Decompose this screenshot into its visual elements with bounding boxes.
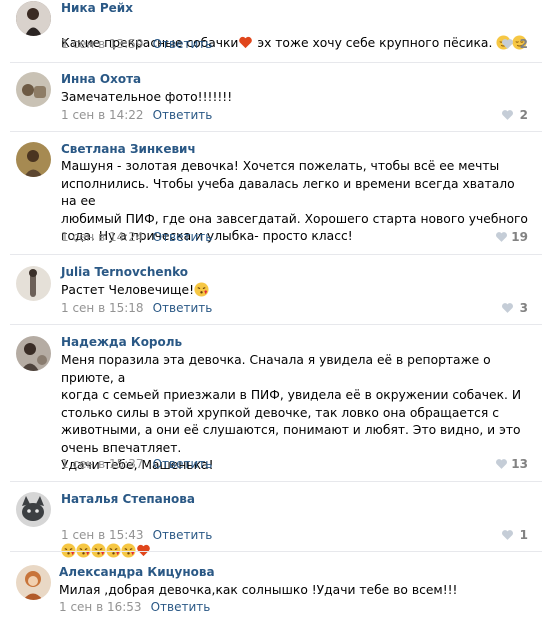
comment-date[interactable]: 1 сен в 15:43 bbox=[61, 528, 144, 542]
comment-text: Растет Человечище! bbox=[61, 282, 531, 300]
comment-text: Замечательное фото!!!!!!! bbox=[61, 90, 233, 104]
comment-date[interactable]: 1 сен в 13:59 bbox=[61, 37, 144, 51]
like-count[interactable]: 13 bbox=[511, 457, 528, 471]
divider bbox=[10, 254, 542, 255]
author-name[interactable]: Julia Ternovchenko bbox=[61, 265, 188, 279]
comment-meta: 1 сен в 14:24 Ответить bbox=[61, 230, 212, 244]
avatar[interactable] bbox=[16, 336, 51, 371]
comment-7: Александра Кицунова Милая ,добрая девочк… bbox=[0, 562, 552, 626]
comment-date[interactable]: 1 сен в 15:37 bbox=[61, 457, 144, 471]
heart-icon[interactable] bbox=[501, 302, 514, 314]
heart-icon[interactable] bbox=[501, 38, 514, 50]
author-name[interactable]: Светлана Зинкевич bbox=[61, 142, 196, 156]
like-count[interactable]: 2 bbox=[520, 37, 528, 51]
divider bbox=[10, 551, 542, 552]
comment-meta: 1 сен в 15:18 Ответить bbox=[61, 301, 212, 315]
comment-2: Инна Охота Замечательное фото!!!!!!! 1 с… bbox=[0, 70, 552, 130]
comment-date[interactable]: 1 сен в 15:18 bbox=[61, 301, 144, 315]
author-name[interactable]: Ника Рейх bbox=[61, 1, 133, 15]
heart-icon[interactable] bbox=[495, 231, 508, 243]
reply-button[interactable]: Ответить bbox=[153, 108, 213, 122]
divider bbox=[10, 131, 542, 132]
comment-text-part: эх тоже хочу себе крупного пёсика. bbox=[253, 35, 497, 50]
comment-meta: 1 сен в 16:53 Ответить bbox=[59, 600, 210, 614]
author-name[interactable]: Инна Охота bbox=[61, 72, 141, 86]
reply-button[interactable]: Ответить bbox=[151, 600, 211, 614]
divider bbox=[10, 62, 542, 63]
reply-button[interactable]: Ответить bbox=[153, 301, 213, 315]
comment-5: Надежда Король Меня поразила эта девочка… bbox=[0, 334, 552, 474]
avatar[interactable] bbox=[16, 266, 51, 301]
reply-button[interactable]: Ответить bbox=[153, 37, 213, 51]
like-count[interactable]: 2 bbox=[520, 108, 528, 122]
comment-4: Julia Ternovchenko Растет Человечище! 1 … bbox=[0, 264, 552, 324]
comment-meta: 1 сен в 15:37 Ответить bbox=[61, 457, 212, 471]
avatar[interactable] bbox=[16, 142, 51, 177]
comment-meta: 1 сен в 14:22 Ответить bbox=[61, 108, 212, 122]
heart-emoji bbox=[239, 36, 253, 48]
like-count[interactable]: 1 bbox=[520, 528, 528, 542]
heart-icon[interactable] bbox=[501, 529, 514, 541]
author-name[interactable]: Александра Кицунова bbox=[59, 565, 215, 579]
comment-text-part: Растет Человечище! bbox=[61, 283, 195, 297]
comment-text: Милая ,добрая девочка,как солнышко !Удач… bbox=[59, 583, 458, 597]
reply-button[interactable]: Ответить bbox=[153, 528, 213, 542]
reply-button[interactable]: Ответить bbox=[153, 230, 213, 244]
kiss-emoji bbox=[194, 282, 209, 297]
comment-6: Наталья Степанова 1 сен в 15:43 Ответить … bbox=[0, 490, 552, 558]
avatar[interactable] bbox=[16, 72, 51, 107]
divider bbox=[10, 324, 542, 325]
divider bbox=[10, 481, 542, 482]
author-name[interactable]: Надежда Король bbox=[61, 335, 182, 349]
comment-3: Светлана Зинкевич Машуня - золотая девоч… bbox=[0, 141, 552, 256]
comment-date[interactable]: 1 сен в 14:24 bbox=[61, 230, 144, 244]
comment-date[interactable]: 1 сен в 16:53 bbox=[59, 600, 142, 614]
avatar[interactable] bbox=[16, 1, 51, 36]
avatar[interactable] bbox=[16, 565, 51, 600]
author-name[interactable]: Наталья Степанова bbox=[61, 492, 195, 506]
like-count[interactable]: 3 bbox=[520, 301, 528, 315]
avatar[interactable] bbox=[16, 492, 51, 527]
heart-icon[interactable] bbox=[501, 109, 514, 121]
comment-meta: 1 сен в 13:59 Ответить bbox=[61, 37, 212, 51]
reply-button[interactable]: Ответить bbox=[153, 457, 213, 471]
comment-1: Ника Рейх Какие прекрасные собачки эх то… bbox=[0, 0, 552, 62]
comment-meta: 1 сен в 15:43 Ответить bbox=[61, 528, 212, 542]
like-count[interactable]: 19 bbox=[511, 230, 528, 244]
comment-date[interactable]: 1 сен в 14:22 bbox=[61, 108, 144, 122]
heart-icon[interactable] bbox=[495, 458, 508, 470]
